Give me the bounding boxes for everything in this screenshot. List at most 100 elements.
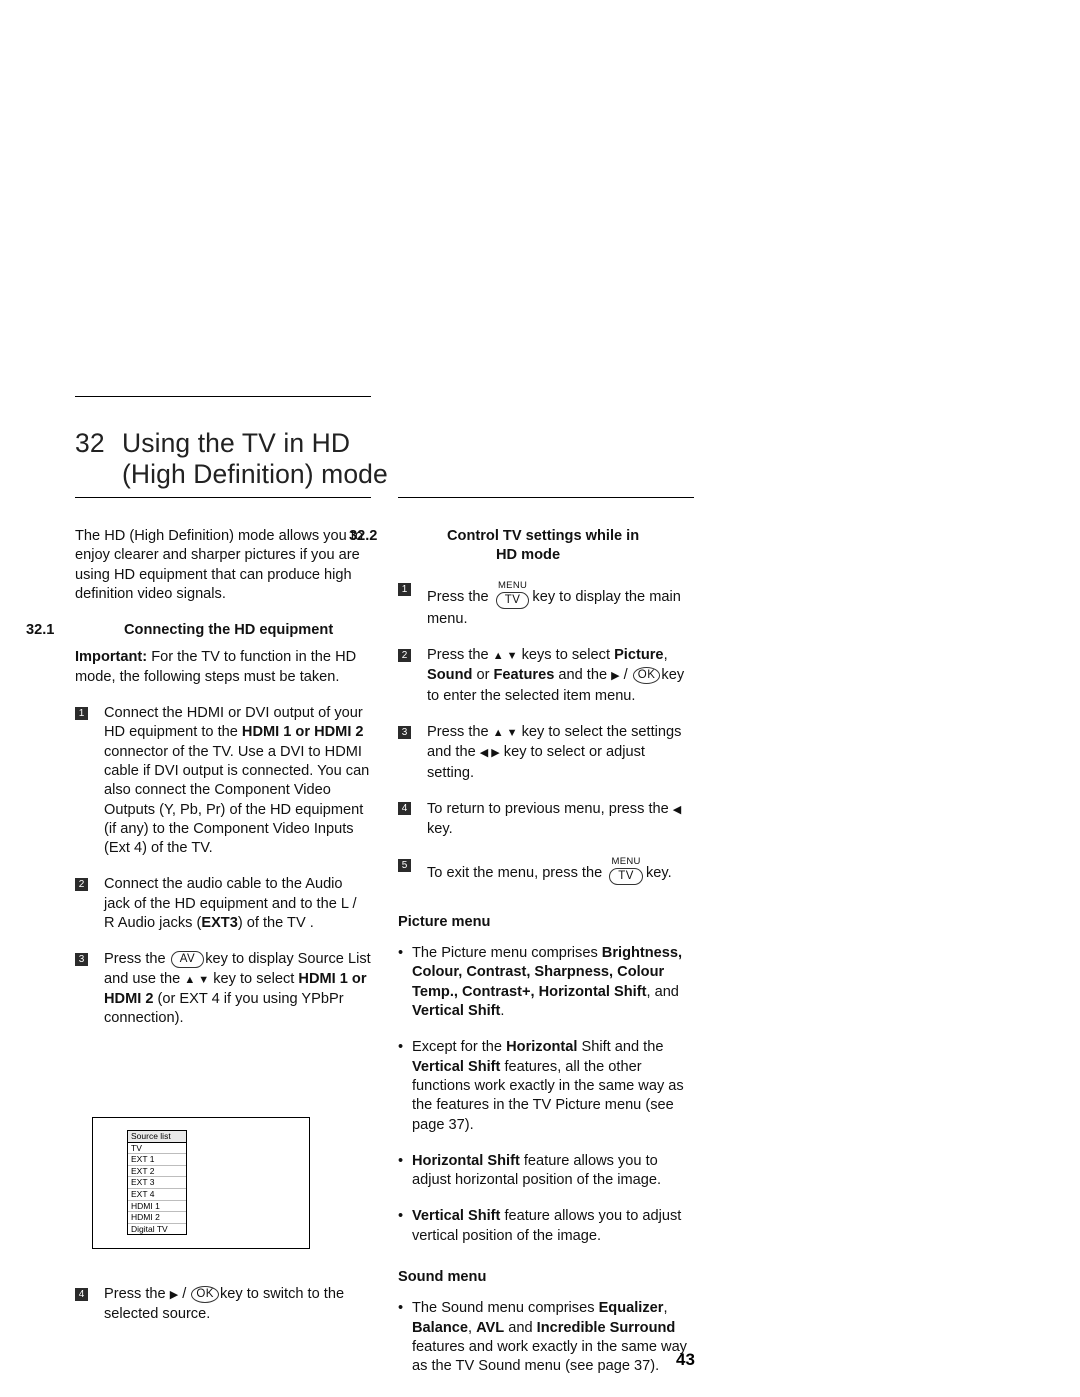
list-item: TV <box>128 1143 186 1155</box>
list-item: HDMI 2 <box>128 1212 186 1224</box>
sound-menu-heading: Sound menu <box>398 1269 487 1286</box>
left-step-4-slash: / <box>178 1286 191 1302</box>
right-step-2-comma: , <box>663 647 668 664</box>
section-32-2-title-line1: Control TV settings while in <box>447 528 640 544</box>
ok-key-icon: OK <box>191 1286 219 1303</box>
up-down-arrow-icon: ▲ ▼ <box>184 973 210 986</box>
step-number-badge: 4 <box>398 802 411 816</box>
picture-bullet-2-bold2: Vertical Shift <box>412 1058 501 1075</box>
picture-bullet-2-a: Except for the <box>412 1039 507 1056</box>
right-column: 32.2 Control TV settings while in HD mode … <box>349 527 694 1394</box>
left-step-2-bold: EXT3 <box>201 915 238 932</box>
step-number-badge: 2 <box>75 877 88 891</box>
title-top-rule <box>75 396 371 397</box>
tv-key-icon: TV <box>609 867 643 885</box>
list-item: EXT 3 <box>128 1177 186 1189</box>
left-arrow-icon: ◀ <box>672 803 682 816</box>
tv-screen: Source list TV EXT 1 EXT 2 EXT 3 EXT 4 H… <box>96 1121 304 1243</box>
section-32-2-heading: 32.2 Control TV settings while in HD mode <box>349 527 694 566</box>
right-step-3-text-a: Press the <box>427 724 493 741</box>
left-step-4: 4 Press the ▶ / OK key to switch to the s… <box>75 1285 371 1325</box>
chapter-title-line2: (High Definition) mode <box>122 459 388 489</box>
list-item: EXT 2 <box>128 1166 186 1178</box>
sound-bullet-1: The Sound menu comprises Equalizer, Bala… <box>398 1299 694 1376</box>
left-column-bottom: 4 Press the ▶ / OK key to switch to the s… <box>75 1285 371 1342</box>
right-step-2-bold-picture: Picture <box>614 647 664 664</box>
right-step-5: 5 To exit the menu, press the MENU TV key. <box>398 855 694 886</box>
picture-bullet-1-c: . <box>500 1003 505 1020</box>
section-32-2-title-line2: HD mode <box>496 547 561 564</box>
step-number-badge: 1 <box>398 583 411 597</box>
menu-tv-key-icon: MENU TV <box>608 855 644 886</box>
list-item: Digital TV <box>131 1223 168 1234</box>
right-step-2-text-a: Press the <box>427 647 493 664</box>
picture-bullet-2-b: Shift and the <box>577 1039 664 1056</box>
right-step-2-bold-sound: Sound <box>427 667 473 684</box>
right-step-1: 1 Press the MENU TV key to display the mai… <box>398 580 694 630</box>
tv-key-icon: TV <box>495 591 530 609</box>
menu-key-label: MENU <box>611 855 641 867</box>
manual-page: 32 Using the TV in HD (High Definition) m… <box>0 0 1080 1397</box>
picture-bullet-4-bold: Vertical Shift <box>412 1208 501 1225</box>
sound-bullet-1-bold3: AVL <box>476 1319 505 1336</box>
left-step-3-text-a: Press the <box>104 951 170 968</box>
chapter-number: 32 <box>75 428 105 458</box>
sound-bullet-1-a: The Sound menu comprises <box>412 1300 599 1317</box>
sound-bullet-1-b: , <box>663 1300 668 1317</box>
list-item: EXT 4 <box>128 1189 186 1201</box>
picture-bullet-2: Except for the Horizontal Shift and the … <box>398 1038 694 1134</box>
section-32-1-heading: 32.1 Connecting the HD equipment <box>26 621 371 640</box>
section-32-1-title: Connecting the HD equipment <box>124 622 334 639</box>
right-arrow-icon: ▶ <box>611 670 620 683</box>
source-list-items: TV EXT 1 EXT 2 EXT 3 EXT 4 HDMI 1 HDMI 2… <box>127 1142 187 1236</box>
right-step-5-text-a: To exit the menu, press the <box>427 864 607 881</box>
picture-menu-heading: Picture menu <box>398 913 491 930</box>
up-down-arrow-icon: ▲ ▼ <box>492 650 518 663</box>
step-number-badge: 3 <box>75 952 88 966</box>
left-step-1-text-c: connector of the TV. Use a DVI to HDMI c… <box>104 743 370 857</box>
right-step-2-slash: / <box>619 667 632 684</box>
important-label: Important: <box>75 649 148 666</box>
menu-tv-key-icon: MENU TV <box>495 580 531 610</box>
picture-bullet-1-a: The Picture menu comprises <box>412 945 602 962</box>
title-bottom-rule-right <box>398 497 694 498</box>
left-step-1-bold: HDMI 1 or HDMI 2 <box>241 724 364 741</box>
right-step-4: 4 To return to previous menu, press the … <box>398 800 694 840</box>
picture-bullet-2-bold: Horizontal <box>506 1039 578 1056</box>
left-column: The HD (High Definition) mode allows you… <box>26 527 371 1046</box>
right-step-4-text-a: To return to previous menu, press the <box>427 800 673 817</box>
right-step-5-text-b: key. <box>645 864 672 881</box>
intro-paragraph: The HD (High Definition) mode allows you… <box>75 528 363 602</box>
left-step-2: 2 Connect the audio cable to the Audio j… <box>75 875 371 933</box>
picture-bullet-3: Horizontal Shift feature allows you to a… <box>398 1152 694 1191</box>
section-32-1-number: 32.1 <box>26 622 55 639</box>
picture-bullet-3-bold: Horizontal Shift <box>412 1152 520 1169</box>
sound-bullet-1-d: and <box>504 1319 537 1336</box>
sound-bullet-1-c: , <box>467 1319 477 1336</box>
right-step-2-or: or <box>472 667 494 684</box>
title-bottom-rule-left <box>75 497 371 498</box>
section-32-2-number: 32.2 <box>349 528 378 544</box>
left-step-2-text-c: ) of the TV . <box>237 915 314 932</box>
page-title: 32 Using the TV in HD (High Definition) m… <box>75 428 405 490</box>
right-step-2-text-e: and the <box>554 667 612 684</box>
sound-bullet-1-bold: Equalizer <box>598 1300 664 1317</box>
picture-bullet-1-bold2: Vertical Shift <box>412 1003 501 1020</box>
picture-bullet-1: The Picture menu comprises Brightness, C… <box>398 944 694 1021</box>
left-right-arrow-icon: ◀ ▶ <box>479 747 500 760</box>
up-down-arrow-icon: ▲ ▼ <box>492 727 518 740</box>
important-note: Important: For the TV to function in the… <box>75 648 371 687</box>
left-step-3: 3 Press the AV key to display Source List… <box>75 950 371 1028</box>
source-list-title: Source list <box>127 1130 187 1143</box>
right-step-2: 2 Press the ▲ ▼ keys to select Picture, … <box>398 646 694 706</box>
step-number-badge: 5 <box>398 859 411 873</box>
ok-key-icon: OK <box>632 667 661 685</box>
left-step-1: 1 Connect the HDMI or DVI output of your… <box>75 704 371 858</box>
step-number-badge: 1 <box>75 706 88 720</box>
sound-bullet-1-bold4: Incredible Surround <box>536 1319 676 1336</box>
sound-bullet-1-e: features and work exactly in the same wa… <box>412 1338 687 1375</box>
left-step-3-text-c: key to select <box>209 970 295 987</box>
sound-bullet-1-bold2: Balance <box>412 1319 468 1336</box>
chapter-title-line1: Using the TV in HD <box>122 428 351 458</box>
right-step-2-text-b: keys to select <box>517 647 615 664</box>
